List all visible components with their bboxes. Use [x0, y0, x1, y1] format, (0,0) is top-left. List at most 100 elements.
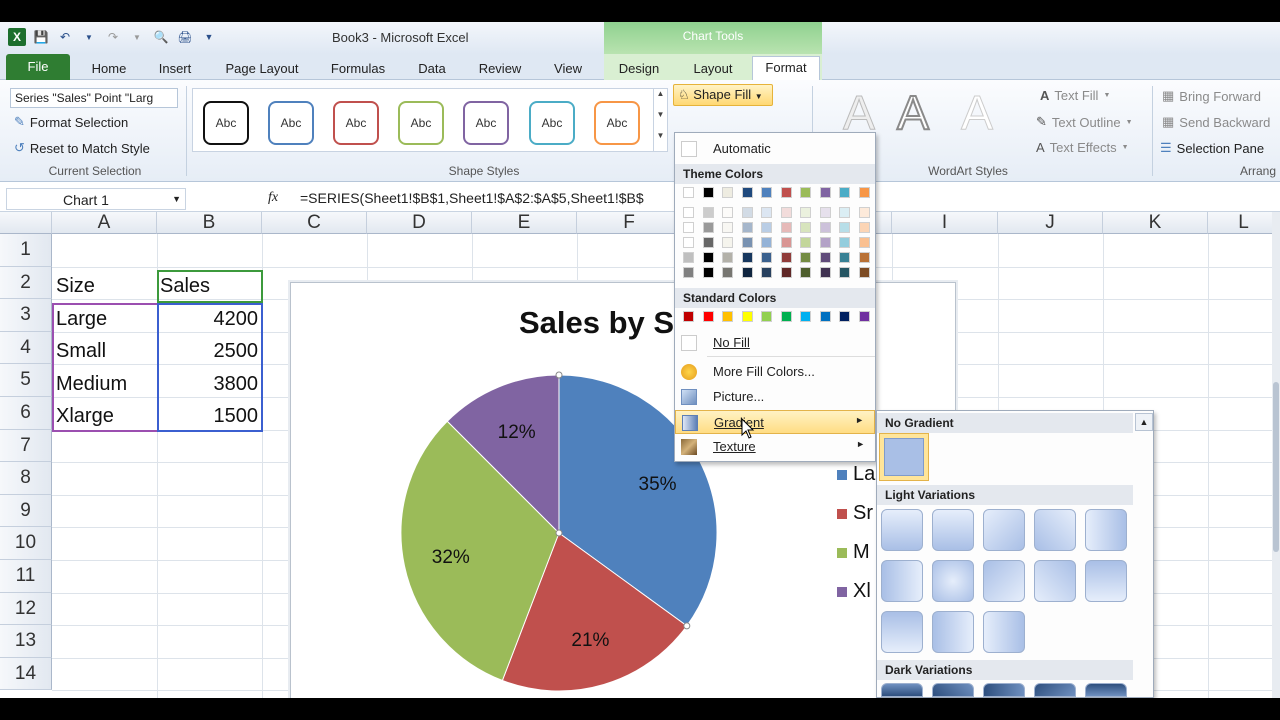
- select-all-corner[interactable]: [0, 212, 52, 234]
- gallery-scroll-up-icon[interactable]: ▲: [653, 89, 667, 110]
- theme-color-swatch[interactable]: [741, 237, 753, 248]
- print-icon[interactable]: 🖨: [176, 28, 194, 46]
- legend-item-large[interactable]: La: [837, 463, 875, 486]
- bring-forward-button[interactable]: ▦ Bring Forward: [1162, 88, 1261, 104]
- gallery-scroll-down-icon[interactable]: ▼: [653, 110, 667, 131]
- row-header-3[interactable]: 3: [0, 299, 52, 332]
- theme-color-swatch[interactable]: [800, 207, 811, 218]
- theme-color-swatch[interactable]: [761, 207, 772, 218]
- menu-item-automatic[interactable]: Automatic: [675, 137, 875, 161]
- theme-color-swatch[interactable]: [702, 207, 714, 218]
- theme-color-swatch[interactable]: [839, 207, 850, 218]
- standard-color-swatch[interactable]: [722, 311, 733, 322]
- theme-color-swatch[interactable]: [722, 207, 733, 218]
- row-header-10[interactable]: 10: [0, 527, 52, 560]
- row-header-7[interactable]: 7: [0, 429, 52, 463]
- selection-pane-button[interactable]: ☰ Selection Pane: [1160, 140, 1264, 156]
- data-label-medium[interactable]: 32%: [432, 547, 470, 568]
- theme-color-swatch[interactable]: [702, 252, 714, 263]
- standard-color-swatch[interactable]: [702, 311, 714, 322]
- column-header-j[interactable]: J: [998, 212, 1103, 234]
- menu-item-gradient[interactable]: Gradient ►: [675, 410, 875, 434]
- standard-color-swatch[interactable]: [761, 311, 772, 322]
- standard-color-swatch[interactable]: [741, 311, 753, 322]
- row-header-4[interactable]: 4: [0, 331, 52, 365]
- dark-gradient-tile[interactable]: [932, 683, 974, 697]
- tab-file[interactable]: File: [6, 54, 70, 80]
- theme-color-swatch[interactable]: [858, 222, 870, 233]
- formula-input[interactable]: =SERIES(Sheet1!$B$1,Sheet1!$A$2:$A$5,She…: [300, 190, 644, 206]
- insert-function-icon[interactable]: fx: [268, 190, 278, 206]
- send-backward-button[interactable]: ▦ Send Backward: [1162, 114, 1270, 130]
- light-gradient-tile[interactable]: [983, 611, 1025, 653]
- theme-color-swatch[interactable]: [819, 187, 831, 198]
- column-header-a[interactable]: A: [52, 212, 157, 234]
- light-gradient-tile[interactable]: [983, 560, 1025, 602]
- theme-color-swatch[interactable]: [722, 267, 733, 278]
- theme-color-swatch[interactable]: [839, 187, 850, 198]
- customize-toolbar-icon[interactable]: ▼: [200, 28, 218, 46]
- data-label-large[interactable]: 35%: [639, 474, 677, 495]
- theme-color-swatch[interactable]: [741, 187, 753, 198]
- text-fill-button[interactable]: A Text Fill ▼: [1040, 88, 1110, 103]
- undo-icon[interactable]: ↶: [56, 28, 74, 46]
- dropdown-arrow-icon[interactable]: ▼: [128, 28, 146, 46]
- theme-color-swatch[interactable]: [839, 267, 850, 278]
- row-header-2[interactable]: 2: [0, 266, 52, 300]
- menu-item-no-fill[interactable]: No Fill: [675, 331, 875, 355]
- text-outline-button[interactable]: ✎ Text Outline ▼: [1036, 114, 1133, 130]
- standard-color-swatch[interactable]: [819, 311, 831, 322]
- theme-color-swatch[interactable]: [761, 187, 772, 198]
- column-header-l[interactable]: L: [1208, 212, 1280, 234]
- tab-view[interactable]: View: [548, 58, 588, 80]
- data-label-xlarge[interactable]: 12%: [498, 422, 536, 443]
- theme-color-swatch[interactable]: [741, 222, 753, 233]
- theme-color-swatch[interactable]: [839, 252, 850, 263]
- theme-color-swatch[interactable]: [683, 207, 694, 218]
- column-header-b[interactable]: B: [157, 212, 262, 234]
- theme-color-swatch[interactable]: [858, 267, 870, 278]
- legend-item-medium[interactable]: M: [837, 541, 870, 564]
- column-header-i[interactable]: I: [892, 212, 998, 234]
- theme-color-swatch[interactable]: [858, 207, 870, 218]
- row-header-9[interactable]: 9: [0, 494, 52, 528]
- row-header-8[interactable]: 8: [0, 462, 52, 495]
- theme-color-swatch[interactable]: [702, 187, 714, 198]
- theme-color-swatch[interactable]: [858, 237, 870, 248]
- column-header-e[interactable]: E: [472, 212, 577, 234]
- redo-icon[interactable]: ↷: [104, 28, 122, 46]
- theme-color-swatch[interactable]: [780, 237, 792, 248]
- vertical-scrollbar[interactable]: [1272, 212, 1280, 698]
- row-header-1[interactable]: 1: [0, 234, 52, 267]
- selection-handle[interactable]: [555, 371, 563, 379]
- shape-style-black[interactable]: Abc: [203, 101, 249, 145]
- selection-handle[interactable]: [683, 622, 691, 630]
- theme-color-swatch[interactable]: [800, 222, 811, 233]
- theme-color-swatch[interactable]: [741, 207, 753, 218]
- no-gradient-option[interactable]: [879, 433, 929, 481]
- theme-color-swatch[interactable]: [800, 187, 811, 198]
- theme-color-swatch[interactable]: [761, 237, 772, 248]
- dark-gradient-tile[interactable]: [1034, 683, 1076, 697]
- theme-color-swatch[interactable]: [839, 237, 850, 248]
- theme-color-swatch[interactable]: [702, 237, 714, 248]
- theme-color-swatch[interactable]: [780, 267, 792, 278]
- reset-to-match-style-button[interactable]: ↺ Reset to Match Style: [14, 140, 150, 156]
- theme-color-swatch[interactable]: [800, 237, 811, 248]
- theme-color-swatch[interactable]: [761, 252, 772, 263]
- theme-color-swatch[interactable]: [702, 267, 714, 278]
- tab-design[interactable]: Design: [612, 58, 666, 80]
- standard-color-swatch[interactable]: [780, 311, 792, 322]
- light-gradient-tile[interactable]: [983, 509, 1025, 551]
- theme-color-swatch[interactable]: [858, 252, 870, 263]
- shape-style-aqua[interactable]: Abc: [529, 101, 575, 145]
- wordart-style-outline-icon[interactable]: A: [884, 84, 942, 144]
- menu-item-picture[interactable]: Picture...: [675, 385, 875, 409]
- menu-item-texture[interactable]: Texture ►: [675, 435, 875, 459]
- shape-style-blue[interactable]: Abc: [268, 101, 314, 145]
- theme-color-swatch[interactable]: [780, 187, 792, 198]
- format-selection-button[interactable]: ✎ Format Selection: [14, 114, 128, 130]
- theme-color-swatch[interactable]: [819, 222, 831, 233]
- row-header-11[interactable]: 11: [0, 560, 52, 593]
- print-preview-icon[interactable]: 🔍: [152, 28, 170, 46]
